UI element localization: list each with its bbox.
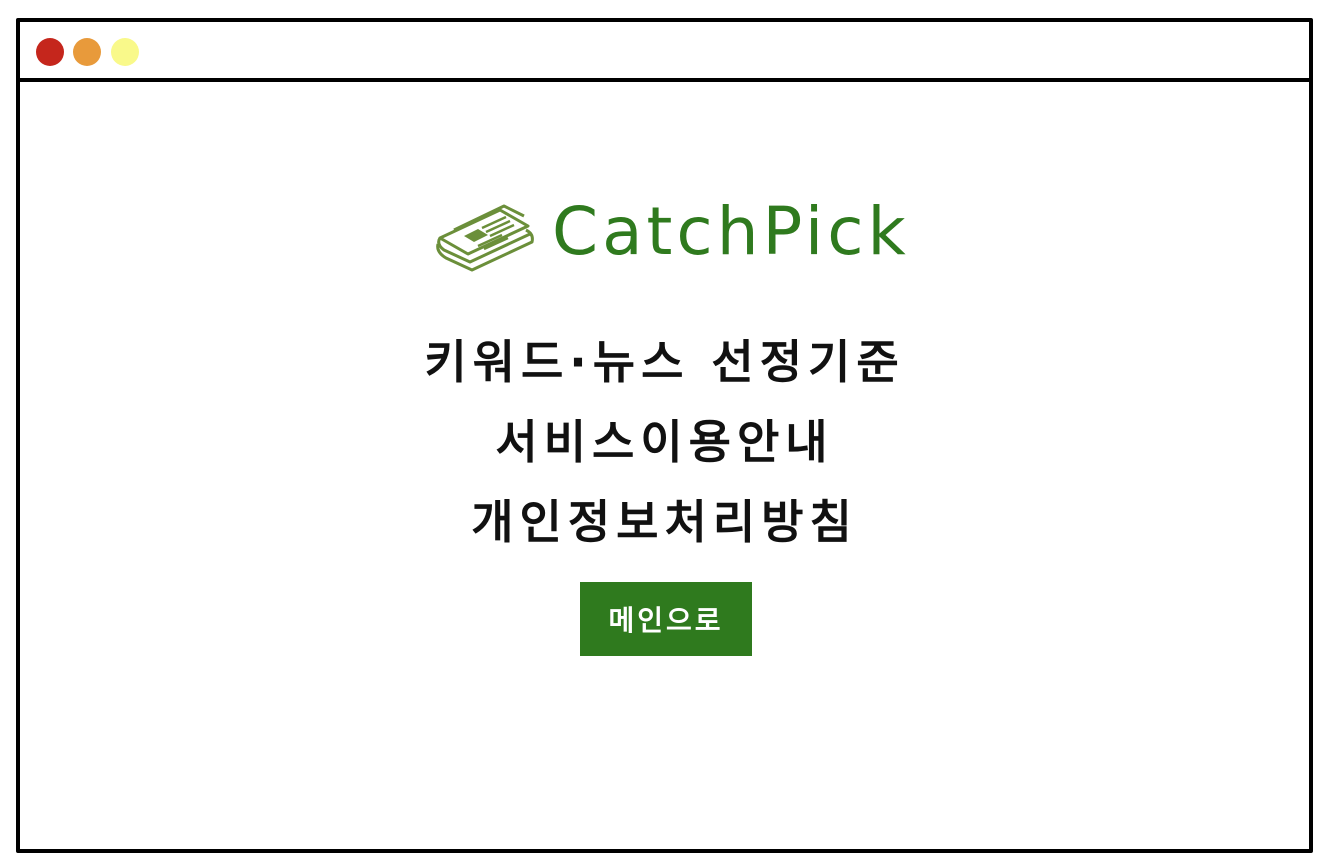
menu-item-keyword-news-criteria[interactable]: 키워드·뉴스 선정기준: [424, 322, 904, 402]
go-main-button[interactable]: 메인으로: [580, 582, 752, 656]
page-content: CatchPick 키워드·뉴스 선정기준 서비스이용안내 개인정보처리방침 메…: [20, 82, 1309, 849]
maximize-dot[interactable]: [111, 38, 139, 66]
close-dot[interactable]: [36, 38, 64, 66]
minimize-dot[interactable]: [73, 38, 101, 66]
info-menu: 키워드·뉴스 선정기준 서비스이용안내 개인정보처리방침: [20, 322, 1309, 562]
brand-name: CatchPick: [552, 193, 910, 270]
brand-logo: CatchPick: [434, 192, 910, 272]
title-bar: [20, 22, 1309, 82]
newspaper-icon: [436, 204, 534, 272]
menu-item-privacy-policy[interactable]: 개인정보처리방침: [471, 482, 858, 562]
browser-window: CatchPick 키워드·뉴스 선정기준 서비스이용안내 개인정보처리방침 메…: [16, 18, 1313, 853]
menu-item-service-guide[interactable]: 서비스이용안내: [495, 402, 833, 482]
